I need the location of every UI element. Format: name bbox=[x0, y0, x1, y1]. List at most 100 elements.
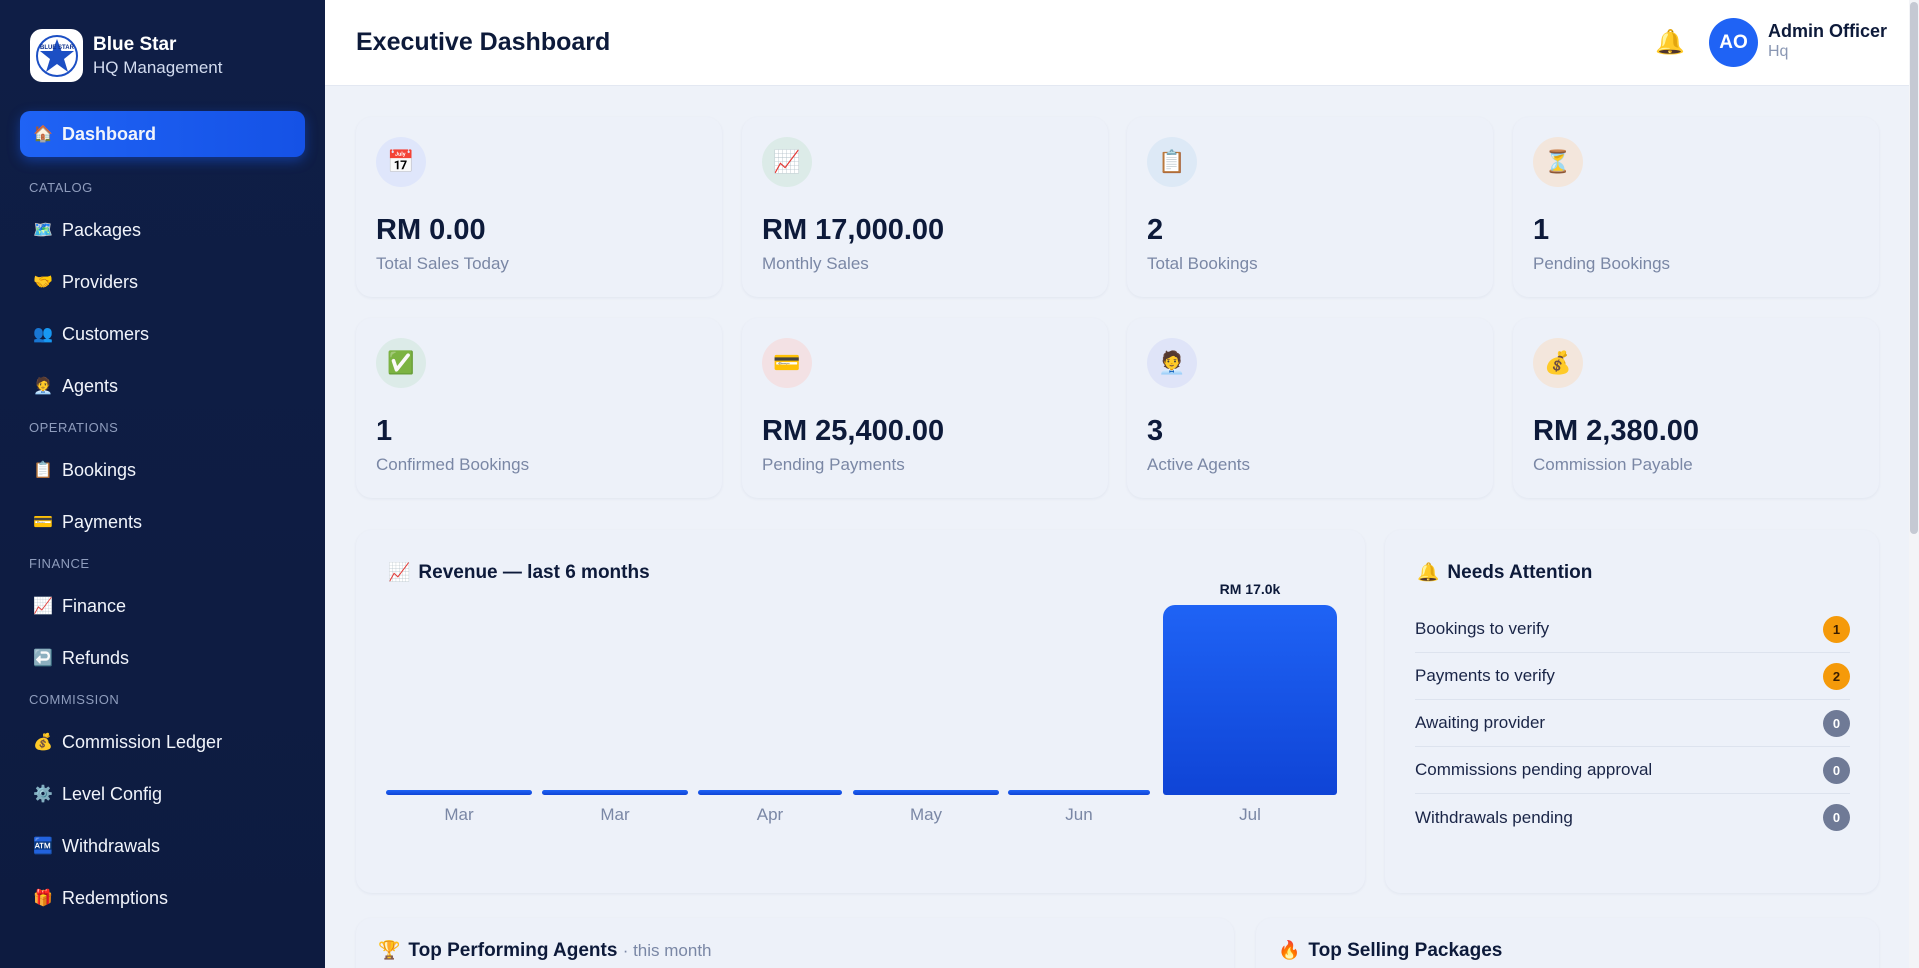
sidebar-item-packages[interactable]: 🗺️ Packages bbox=[20, 207, 305, 253]
nav-section-title: COMMISSION bbox=[29, 692, 120, 707]
x-tick-label: Apr bbox=[756, 805, 784, 824]
stat-value: RM 17,000.00 bbox=[762, 214, 945, 246]
brand-name: Blue Star bbox=[93, 33, 177, 55]
sidebar-item-label: Finance bbox=[62, 595, 127, 616]
trophy-icon: 🏆 bbox=[378, 940, 401, 960]
stat-card[interactable]: 💳 RM 25,400.00 Pending Payments bbox=[742, 318, 1108, 498]
commission-ledger-icon: 💰 bbox=[33, 734, 53, 751]
attention-row[interactable]: Bookings to verify 1 bbox=[1415, 606, 1850, 653]
stat-value: 2 bbox=[1147, 214, 1164, 246]
brand[interactable]: BLUE STAR Blue Star HQ Management bbox=[0, 0, 325, 84]
stat-value: 1 bbox=[376, 415, 393, 447]
stat-card[interactable]: 📅 RM 0.00 Total Sales Today bbox=[356, 117, 722, 297]
clipboard-icon: 📋 bbox=[1147, 137, 1197, 187]
stat-label: Pending Bookings bbox=[1533, 254, 1671, 273]
chart-bar[interactable] bbox=[698, 790, 842, 795]
chart-bar[interactable] bbox=[1163, 605, 1337, 795]
withdrawals-icon: 🏧 bbox=[33, 838, 53, 855]
sidebar-item-label: Bookings bbox=[62, 459, 137, 480]
stat-label: Active Agents bbox=[1147, 455, 1251, 474]
sidebar-item-customers[interactable]: 👥 Customers bbox=[20, 311, 305, 357]
attention-label: Commissions pending approval bbox=[1415, 760, 1653, 779]
top-packages-title: 🔥 Top Selling Packages bbox=[1278, 940, 1502, 962]
bell-icon: 🔔 bbox=[1417, 562, 1440, 582]
user-name[interactable]: Admin Officer bbox=[1768, 21, 1887, 42]
stat-card[interactable]: 📋 2 Total Bookings bbox=[1127, 117, 1493, 297]
nav-section-title: OPERATIONS bbox=[29, 420, 119, 435]
top-agents-title-text: Top Performing Agents bbox=[408, 940, 618, 961]
attention-row[interactable]: Awaiting provider 0 bbox=[1415, 700, 1850, 747]
stat-card[interactable]: 💰 RM 2,380.00 Commission Payable bbox=[1513, 318, 1879, 498]
stat-card[interactable]: 📈 RM 17,000.00 Monthly Sales bbox=[742, 117, 1108, 297]
stat-label: Monthly Sales bbox=[762, 254, 869, 273]
providers-icon: 🤝 bbox=[33, 274, 53, 291]
stat-label: Total Bookings bbox=[1147, 254, 1258, 273]
refunds-icon: ↩️ bbox=[33, 650, 53, 667]
stat-card[interactable]: 🧑‍💼 3 Active Agents bbox=[1127, 318, 1493, 498]
scrollbar[interactable] bbox=[1909, 0, 1919, 968]
sidebar-item-label: Providers bbox=[62, 271, 139, 292]
page-title: Executive Dashboard bbox=[356, 28, 611, 56]
top-agents-panel: 🏆 Top Performing Agents · this month bbox=[356, 918, 1234, 968]
sidebar-item-refunds[interactable]: ↩️ Refunds bbox=[20, 635, 305, 681]
scrollbar-thumb[interactable] bbox=[1910, 2, 1918, 534]
attention-row[interactable]: Withdrawals pending 0 bbox=[1415, 794, 1850, 841]
attention-title: 🔔 Needs Attention bbox=[1417, 562, 1592, 584]
sidebar-item-label: Payments bbox=[62, 511, 143, 532]
credit-card-icon: 💳 bbox=[762, 338, 812, 388]
sidebar: BLUE STAR Blue Star HQ Management 🏠 Dash… bbox=[0, 0, 325, 968]
attention-label: Awaiting provider bbox=[1415, 713, 1546, 732]
chart-bar[interactable] bbox=[386, 790, 532, 795]
sidebar-item-dashboard[interactable]: 🏠 Dashboard bbox=[20, 111, 305, 157]
sidebar-item-label: Redemptions bbox=[62, 887, 169, 908]
x-tick-label: Mar bbox=[444, 805, 474, 824]
bookings-icon: 📋 bbox=[33, 462, 53, 479]
brand-logo: BLUE STAR bbox=[30, 29, 83, 82]
stat-label: Commission Payable bbox=[1533, 455, 1693, 474]
chart-bar[interactable] bbox=[853, 790, 999, 795]
sidebar-item-withdrawals[interactable]: 🏧 Withdrawals bbox=[20, 823, 305, 869]
top-agents-title: 🏆 Top Performing Agents · this month bbox=[378, 940, 712, 962]
topbar: Executive Dashboard 🔔 AO Admin Officer H… bbox=[325, 0, 1909, 86]
revenue-panel: 📈 Revenue — last 6 months Mar Mar Apr May Jun… bbox=[356, 530, 1365, 893]
top-agents-subtitle: · this month bbox=[622, 941, 712, 960]
user-role: Hq bbox=[1768, 43, 1789, 60]
attention-label: Bookings to verify bbox=[1415, 619, 1550, 638]
home-icon: 🏠 bbox=[33, 126, 53, 143]
x-tick-label: May bbox=[909, 805, 943, 824]
sidebar-item-commission-ledger[interactable]: 💰 Commission Ledger bbox=[20, 719, 305, 765]
stat-value: RM 0.00 bbox=[376, 214, 486, 246]
brand-subtitle: HQ Management bbox=[93, 57, 223, 77]
money-bag-icon: 💰 bbox=[1533, 338, 1583, 388]
revenue-title: 📈 Revenue — last 6 months bbox=[388, 562, 650, 584]
stat-card[interactable]: ✅ 1 Confirmed Bookings bbox=[356, 318, 722, 498]
attention-row[interactable]: Payments to verify 2 bbox=[1415, 653, 1850, 700]
attention-label: Payments to verify bbox=[1415, 666, 1555, 685]
check-icon: ✅ bbox=[376, 338, 426, 388]
sidebar-item-label: Commission Ledger bbox=[62, 731, 223, 752]
avatar[interactable]: AO bbox=[1709, 18, 1758, 67]
attention-row[interactable]: Commissions pending approval 0 bbox=[1415, 747, 1850, 794]
chart-bar[interactable] bbox=[542, 790, 688, 795]
chart-bar[interactable] bbox=[1008, 790, 1150, 795]
sidebar-item-redemptions[interactable]: 🎁 Redemptions bbox=[20, 875, 305, 921]
bell-icon[interactable]: 🔔 bbox=[1655, 28, 1685, 57]
sidebar-item-agents[interactable]: 🧑‍💼 Agents bbox=[20, 363, 305, 409]
agents-icon: 🧑‍💼 bbox=[33, 378, 53, 395]
stat-value: 1 bbox=[1533, 214, 1550, 246]
chart-icon: 📈 bbox=[388, 562, 411, 582]
stat-card[interactable]: ⏳ 1 Pending Bookings bbox=[1513, 117, 1879, 297]
calendar-icon: 📅 bbox=[376, 137, 426, 187]
stat-value: RM 2,380.00 bbox=[1533, 415, 1700, 447]
sidebar-item-label: Level Config bbox=[62, 783, 163, 804]
trend-up-icon: 📈 bbox=[762, 137, 812, 187]
sidebar-item-providers[interactable]: 🤝 Providers bbox=[20, 259, 305, 305]
stat-value: RM 25,400.00 bbox=[762, 415, 945, 447]
sidebar-item-bookings[interactable]: 📋 Bookings bbox=[20, 447, 305, 493]
sidebar-item-level-config[interactable]: ⚙️ Level Config bbox=[20, 771, 305, 817]
nav-section-title: FINANCE bbox=[29, 556, 90, 571]
top-packages-panel: 🔥 Top Selling Packages bbox=[1256, 918, 1879, 968]
x-tick-label: Jun bbox=[1065, 805, 1093, 824]
sidebar-item-finance[interactable]: 📈 Finance bbox=[20, 583, 305, 629]
sidebar-item-payments[interactable]: 💳 Payments bbox=[20, 499, 305, 545]
